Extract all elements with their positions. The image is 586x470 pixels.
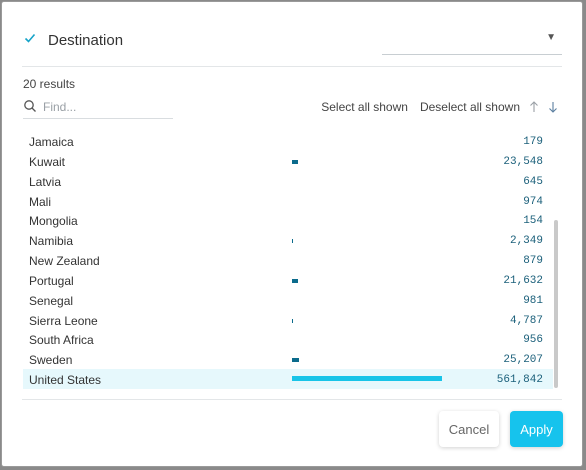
destination-filter-dialog: Destination ▼ 20 results Select all show… — [1, 1, 583, 467]
list-item-bar — [292, 376, 442, 382]
list-item-count: 154 — [523, 215, 543, 228]
list-item-name: Kuwait — [29, 154, 66, 169]
dialog-header: Destination ▼ — [22, 2, 562, 67]
chevron-down-icon: ▼ — [546, 32, 556, 43]
list-item-count: 2,349 — [509, 235, 543, 248]
list-scrollbar[interactable] — [554, 220, 558, 388]
list-item-count: 956 — [523, 334, 543, 347]
list-item-name: United States — [29, 373, 102, 388]
destination-select[interactable]: ▼ — [382, 30, 562, 55]
list-item-name: Mongolia — [29, 214, 78, 229]
list-item-count: 179 — [523, 136, 543, 148]
list-item-bar — [292, 358, 299, 363]
list-item-count: 981 — [523, 294, 543, 307]
list-item[interactable]: Latvia 645 — [23, 171, 553, 191]
list-item-name: South Africa — [29, 333, 94, 348]
list-item[interactable]: Portugal 21,632 — [23, 270, 553, 290]
list-item-name: Namibia — [29, 234, 74, 249]
list-item-count: 25,207 — [503, 354, 543, 367]
list-item[interactable]: Mali 974 — [23, 191, 553, 211]
search-icon — [24, 100, 36, 112]
list-item-count: 4,787 — [509, 314, 543, 327]
list-item-count: 561,842 — [496, 374, 543, 387]
apply-button[interactable]: Apply — [510, 411, 563, 447]
sort-descending-icon[interactable] — [548, 101, 558, 113]
list-item-bar — [292, 318, 293, 323]
list-item[interactable]: United States 561,842 — [23, 369, 553, 389]
cancel-button[interactable]: Cancel — [439, 411, 499, 447]
deselect-all-shown-button[interactable]: Deselect all shown — [420, 100, 520, 114]
list-item[interactable]: South Africa 956 — [23, 329, 553, 349]
list-item-name: Senegal — [29, 293, 74, 308]
list-item-count: 974 — [523, 195, 543, 208]
list-item-count: 879 — [523, 255, 543, 268]
list-actions: Select all shown Deselect all shown — [321, 100, 558, 114]
list-item-name: Mali — [29, 194, 52, 209]
list-item-name: Sierra Leone — [29, 313, 98, 328]
list-item[interactable]: Namibia 2,349 — [23, 230, 553, 250]
results-count: 20 results — [23, 77, 76, 91]
dialog-title: Destination — [48, 32, 124, 49]
destination-list: Jamaica 179 Kuwait 23,548 Latvia 645 Mali 974 Mo… — [23, 131, 553, 389]
list-item[interactable]: Sweden 25,207 — [23, 349, 553, 369]
list-item[interactable]: Sierra Leone 4,787 — [23, 310, 553, 330]
footer-divider — [22, 399, 562, 400]
list-item-name: Sweden — [29, 353, 73, 368]
list-item-count: 21,632 — [503, 274, 543, 287]
search-box[interactable] — [23, 98, 173, 119]
list-item-bar — [292, 278, 298, 283]
list-item[interactable]: Senegal 981 — [23, 290, 553, 310]
list-item[interactable]: Mongolia 154 — [23, 210, 553, 230]
list-item[interactable]: New Zealand 879 — [23, 250, 553, 270]
sort-ascending-icon[interactable] — [529, 101, 539, 113]
list-item[interactable]: Jamaica 179 — [23, 131, 553, 151]
list-item[interactable]: Kuwait 23,548 — [23, 151, 553, 171]
search-input[interactable] — [43, 98, 169, 116]
check-icon — [24, 33, 36, 43]
select-all-shown-button[interactable]: Select all shown — [321, 100, 408, 114]
list-item-name: New Zealand — [29, 254, 100, 269]
list-item-count: 23,548 — [503, 155, 543, 168]
list-item-name: Latvia — [29, 174, 62, 189]
list-item-name: Jamaica — [29, 135, 74, 149]
list-item-name: Portugal — [29, 273, 74, 288]
list-item-bar — [292, 159, 298, 164]
list-item-count: 645 — [523, 175, 543, 188]
list-item-bar — [292, 239, 293, 244]
